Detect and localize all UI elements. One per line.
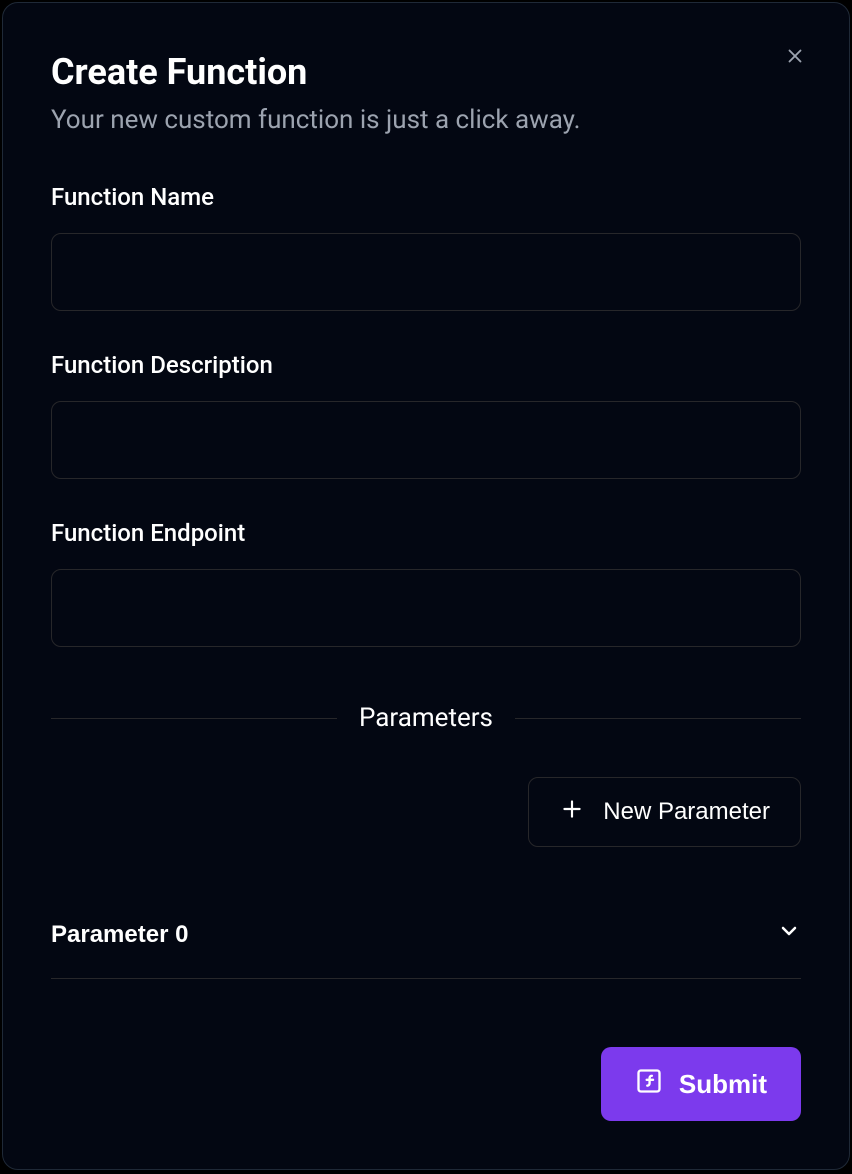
parameter-actions: New Parameter xyxy=(51,777,801,847)
function-name-label: Function Name xyxy=(51,183,801,211)
parameters-divider-label: Parameters xyxy=(337,703,515,733)
close-button[interactable] xyxy=(779,41,811,73)
new-parameter-label: New Parameter xyxy=(603,798,770,826)
divider-line-right xyxy=(515,718,801,719)
function-endpoint-label: Function Endpoint xyxy=(51,519,801,547)
function-icon xyxy=(635,1067,663,1102)
parameters-divider: Parameters xyxy=(51,703,801,733)
function-endpoint-input[interactable] xyxy=(51,569,801,647)
parameter-item-label: Parameter 0 xyxy=(51,921,188,949)
close-icon xyxy=(784,45,806,70)
dialog-subtitle: Your new custom function is just a click… xyxy=(51,105,801,135)
function-description-input[interactable] xyxy=(51,401,801,479)
new-parameter-button[interactable]: New Parameter xyxy=(528,777,801,847)
submit-label: Submit xyxy=(679,1069,767,1100)
plus-icon xyxy=(559,796,585,829)
chevron-down-icon xyxy=(777,919,801,950)
function-description-label: Function Description xyxy=(51,351,801,379)
parameter-accordion-item[interactable]: Parameter 0 xyxy=(51,891,801,979)
divider-line-left xyxy=(51,718,337,719)
function-name-input[interactable] xyxy=(51,233,801,311)
create-function-dialog: Create Function Your new custom function… xyxy=(2,2,850,1170)
function-name-group: Function Name xyxy=(51,183,801,311)
function-endpoint-group: Function Endpoint xyxy=(51,519,801,647)
submit-button[interactable]: Submit xyxy=(601,1047,801,1121)
dialog-footer: Submit xyxy=(601,1047,801,1121)
function-description-group: Function Description xyxy=(51,351,801,479)
dialog-title: Create Function xyxy=(51,51,801,93)
